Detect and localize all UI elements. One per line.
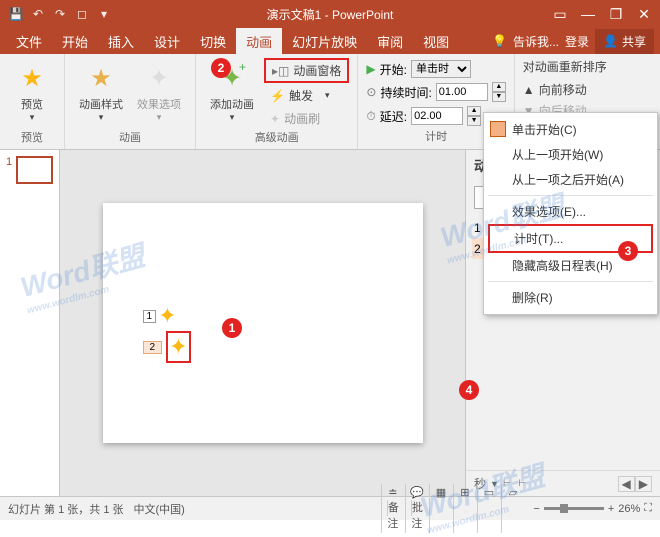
- duration-input[interactable]: [436, 83, 488, 101]
- slide-object-2[interactable]: 2 ✦: [143, 331, 191, 363]
- animation-style-icon: ★: [90, 64, 112, 93]
- slide-object-1[interactable]: 1 ✦: [143, 303, 177, 329]
- duration-down[interactable]: ▼: [492, 92, 506, 102]
- language-label[interactable]: 中文(中国): [134, 501, 185, 517]
- signin-button[interactable]: 登录: [565, 33, 589, 50]
- tab-insert[interactable]: 插入: [98, 28, 144, 55]
- duration-icon: ⊙: [366, 85, 376, 99]
- slide-mini-preview: [16, 156, 53, 184]
- share-icon: 👤: [603, 34, 618, 48]
- menu-effect-options[interactable]: 效果选项(E)...: [484, 199, 657, 224]
- delay-label: 延迟:: [380, 108, 407, 125]
- group-label-preview: 预览: [8, 129, 56, 147]
- preview-icon: ★: [21, 64, 43, 93]
- title-bar: 💾 ↶ ↷ ◻ ▾ 演示文稿1 - PowerPoint ▭ — ❐ ✕: [0, 0, 660, 28]
- up-arrow-icon: ▲: [523, 83, 535, 97]
- zoom-out-icon[interactable]: −: [533, 503, 539, 515]
- duration-up[interactable]: ▲: [492, 82, 506, 92]
- animation-pane: 动画窗格 ▾ ✕ ▶播放自 ▲ ▼ 1 ★ 十字星 4 2 ★ 十字星: [465, 150, 660, 496]
- anim-tag-2[interactable]: 2: [143, 341, 163, 354]
- minimize-icon[interactable]: —: [576, 6, 600, 23]
- slide-number: 1: [6, 156, 12, 168]
- animation-context-menu: 单击开始(C) 从上一项开始(W) 从上一项之后开始(A) 效果选项(E)...…: [483, 112, 658, 315]
- delay-input[interactable]: [411, 107, 463, 125]
- slide-thumbnail-panel: 1: [0, 150, 60, 496]
- tab-animations[interactable]: 动画: [236, 28, 282, 55]
- preview-button[interactable]: ★ 预览▾: [8, 58, 56, 125]
- status-bar: 幻灯片 第 1 张，共 1 张 中文(中国) ≐ 备注 💬 批注 ▦ ⊞ ▭ ▱…: [0, 496, 660, 520]
- ribbon-group-animation: ★ 动画样式▾ ✦ 效果选项▾ 动画: [65, 54, 196, 149]
- scroll-left-icon[interactable]: ◀: [618, 476, 635, 492]
- lightbulb-icon: 💡: [492, 34, 507, 48]
- duration-label: 持续时间:: [380, 84, 431, 101]
- zoom-control: − + 26% ⛶: [533, 502, 652, 515]
- callout-2: 2: [211, 58, 231, 78]
- menu-with-previous[interactable]: 从上一项开始(W): [484, 142, 657, 167]
- callout-4: 4: [459, 380, 479, 400]
- fit-window-icon[interactable]: ⛶: [644, 502, 652, 515]
- animation-pane-button[interactable]: ▸◫ 动画窗格: [264, 58, 349, 83]
- ribbon-tabs: 文件 开始 插入 设计 切换 动画 幻灯片放映 审阅 视图 💡 告诉我... 登…: [0, 28, 660, 54]
- scroll-right-icon[interactable]: ▶: [635, 476, 652, 492]
- star-icon: ✦: [158, 303, 176, 329]
- effect-options-icon: ✦: [149, 64, 169, 93]
- anim-tag-1[interactable]: 1: [143, 310, 157, 323]
- share-button[interactable]: 👤共享: [595, 29, 654, 54]
- tell-me-input[interactable]: 告诉我...: [513, 33, 559, 50]
- callout-1: 1: [222, 318, 242, 338]
- restore-icon[interactable]: ❐: [604, 6, 628, 23]
- start-select[interactable]: 单击时: [411, 60, 471, 78]
- quick-access-toolbar: 💾 ↶ ↷ ◻ ▾: [4, 7, 112, 21]
- animation-pane-icon: ▸◫: [272, 64, 289, 78]
- ribbon-group-preview: ★ 预览▾ 预览: [0, 54, 65, 149]
- trigger-icon: ⚡: [270, 89, 285, 103]
- tab-slideshow[interactable]: 幻灯片放映: [282, 28, 367, 55]
- zoom-percent[interactable]: 26%: [618, 503, 640, 515]
- menu-click-start[interactable]: 单击开始(C): [484, 117, 657, 142]
- item-index: 1: [474, 221, 481, 235]
- painter-icon: ✦: [270, 112, 280, 126]
- slide-thumbnail[interactable]: 1: [6, 156, 53, 184]
- tab-file[interactable]: 文件: [6, 28, 52, 55]
- close-icon[interactable]: ✕: [632, 6, 656, 23]
- tab-home[interactable]: 开始: [52, 28, 98, 55]
- slide-canvas: 1 ✦ 2 ✦: [103, 203, 423, 443]
- redo-icon[interactable]: ↷: [52, 7, 68, 21]
- animation-style-button[interactable]: ★ 动画样式▾: [73, 58, 129, 125]
- group-label-advanced: 高级动画: [204, 129, 349, 147]
- workspace: 1 1 ✦ 2 ✦ 动画窗格 ▾ ✕ ▶播放自 ▲: [0, 150, 660, 496]
- tab-transitions[interactable]: 切换: [190, 28, 236, 55]
- slide-count-label: 幻灯片 第 1 张，共 1 张: [8, 501, 124, 517]
- ribbon-options-icon[interactable]: ▭: [548, 6, 572, 23]
- slide-edit-area[interactable]: 1 ✦ 2 ✦: [60, 150, 465, 496]
- start-label: 开始:: [380, 61, 407, 78]
- delay-down[interactable]: ▼: [467, 116, 481, 126]
- menu-remove[interactable]: 删除(R): [484, 285, 657, 310]
- tab-design[interactable]: 设计: [144, 28, 190, 55]
- move-earlier-button[interactable]: ▲向前移动: [523, 79, 607, 100]
- zoom-in-icon[interactable]: +: [608, 503, 614, 515]
- item-index: 2: [474, 242, 481, 256]
- delay-icon: ⏱: [366, 109, 375, 124]
- star-icon: ✦: [169, 334, 187, 359]
- undo-icon[interactable]: ↶: [30, 7, 46, 21]
- delay-up[interactable]: ▲: [467, 106, 481, 116]
- save-icon[interactable]: 💾: [8, 7, 24, 21]
- start-from-beginning-icon[interactable]: ◻: [74, 7, 90, 21]
- window-controls: ▭ — ❐ ✕: [548, 6, 656, 23]
- tab-review[interactable]: 审阅: [367, 28, 413, 55]
- effect-options-button: ✦ 效果选项▾: [131, 58, 187, 125]
- group-label-animation: 动画: [73, 129, 187, 147]
- tab-view[interactable]: 视图: [413, 28, 459, 55]
- trigger-button[interactable]: ⚡ 触发▾: [264, 85, 349, 106]
- reorder-title: 对动画重新排序: [523, 58, 607, 79]
- window-title: 演示文稿1 - PowerPoint: [112, 6, 548, 23]
- qat-dropdown-icon[interactable]: ▾: [96, 7, 112, 21]
- animation-painter-button[interactable]: ✦ 动画刷: [264, 108, 349, 129]
- zoom-slider[interactable]: [544, 507, 604, 510]
- play-icon: ▶: [366, 62, 375, 76]
- callout-3: 3: [618, 241, 638, 261]
- menu-after-previous[interactable]: 从上一项之后开始(A): [484, 167, 657, 192]
